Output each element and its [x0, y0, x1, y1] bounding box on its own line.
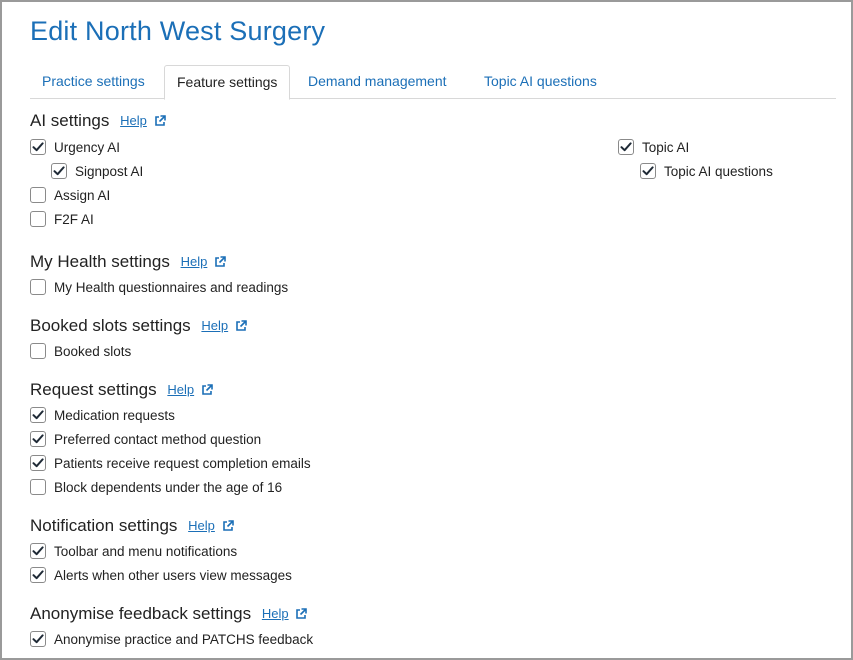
booked-slots-settings-heading: Booked slots settings Help [30, 316, 247, 336]
checkmark-icon [32, 410, 44, 420]
checkbox-row: My Health questionnaires and readings [30, 278, 288, 296]
help-link[interactable]: Help [201, 318, 228, 333]
checkbox-label: Topic AI [642, 139, 690, 155]
checkbox[interactable] [30, 631, 46, 647]
checkbox-label: Preferred contact method question [54, 431, 262, 447]
checkbox-row: Preferred contact method question [30, 430, 261, 448]
checkbox[interactable] [30, 455, 46, 471]
help-link[interactable]: Help [167, 382, 194, 397]
checkbox[interactable] [30, 343, 46, 359]
external-link-icon [201, 381, 213, 395]
my-health-settings-heading: My Health settings Help [30, 252, 226, 272]
checkbox-row: Topic AI [618, 138, 689, 156]
checkbox-label: My Health questionnaires and readings [54, 279, 289, 295]
external-link-icon [222, 517, 234, 531]
request-settings-heading: Request settings Help [30, 380, 213, 400]
checkbox[interactable] [618, 139, 634, 155]
checkmark-icon [620, 142, 632, 152]
external-link-icon [295, 605, 308, 619]
checkbox[interactable] [30, 407, 46, 423]
checkbox-row: Medication requests [30, 406, 175, 424]
external-link-icon [214, 253, 226, 267]
help-link[interactable]: Help [188, 518, 215, 533]
help-link[interactable]: Help [120, 113, 147, 128]
checkbox-row: Signpost AI [51, 162, 143, 180]
checkbox-row: Patients receive request completion emai… [30, 454, 311, 472]
checkbox-label: Topic AI questions [664, 163, 773, 179]
external-link-icon [235, 317, 247, 331]
checkbox-row: Booked slots [30, 342, 131, 360]
checkbox[interactable] [30, 211, 46, 227]
checkbox-label: F2F AI [54, 211, 94, 227]
settings-tabs: Practice settings Feature settings Deman… [30, 65, 836, 100]
checkbox[interactable] [30, 279, 46, 295]
checkmark-icon [32, 142, 44, 152]
checkbox-label: Assign AI [54, 187, 111, 203]
checkbox[interactable] [640, 163, 656, 179]
checkbox[interactable] [30, 479, 46, 495]
anonymise-feedback-settings-heading: Anonymise feedback settings Help [30, 604, 308, 624]
ai-settings-heading: AI settings Help [30, 111, 166, 131]
checkbox-row: Assign AI [30, 186, 110, 204]
checkmark-icon [32, 458, 44, 468]
checkbox-label: Block dependents under the age of 16 [54, 479, 283, 495]
section-title: Booked slots settings [30, 316, 191, 335]
checkbox[interactable] [30, 543, 46, 559]
tab-demand-management[interactable]: Demand management [296, 65, 459, 99]
tab-practice-settings[interactable]: Practice settings [30, 65, 157, 99]
checkbox-label: Toolbar and menu notifications [54, 543, 238, 559]
section-title: AI settings [30, 111, 110, 130]
checkbox[interactable] [30, 139, 46, 155]
checkbox-label: Anonymise practice and PATCHS feedback [54, 631, 314, 647]
checkbox-label: Alerts when other users view messages [54, 567, 292, 583]
checkbox[interactable] [51, 163, 67, 179]
checkbox[interactable] [30, 187, 46, 203]
checkbox[interactable] [30, 567, 46, 583]
external-link-icon [154, 112, 166, 126]
section-title: Anonymise feedback settings [30, 604, 252, 623]
checkbox-label: Booked slots [54, 343, 132, 359]
checkmark-icon [642, 166, 654, 176]
checkmark-icon [32, 634, 44, 644]
checkmark-icon [32, 434, 44, 444]
checkbox-row: Urgency AI [30, 138, 120, 156]
checkbox-row: Toolbar and menu notifications [30, 542, 237, 560]
checkbox-label: Medication requests [54, 407, 175, 423]
notification-settings-heading: Notification settings Help [30, 516, 234, 536]
checkmark-icon [32, 570, 44, 580]
page-title: Edit North West Surgery [30, 16, 326, 46]
help-link[interactable]: Help [181, 254, 208, 269]
section-title: My Health settings [30, 252, 170, 271]
tab-topic-ai-questions[interactable]: Topic AI questions [472, 65, 609, 99]
checkbox-label: Signpost AI [75, 163, 144, 179]
section-title: Notification settings [30, 516, 178, 535]
checkmark-icon [32, 546, 44, 556]
checkbox-label: Urgency AI [54, 139, 121, 155]
app-window: Edit North West Surgery Practice setting… [0, 0, 853, 660]
help-link[interactable]: Help [262, 606, 289, 621]
checkbox[interactable] [30, 431, 46, 447]
checkbox-row: F2F AI [30, 210, 94, 228]
checkbox-row: Anonymise practice and PATCHS feedback [30, 630, 313, 648]
section-title: Request settings [30, 380, 157, 399]
checkbox-row: Block dependents under the age of 16 [30, 478, 282, 496]
checkbox-label: Patients receive request completion emai… [54, 455, 311, 471]
tab-feature-settings[interactable]: Feature settings [164, 65, 291, 100]
checkbox-row: Alerts when other users view messages [30, 566, 292, 584]
checkmark-icon [53, 166, 65, 176]
checkbox-row: Topic AI questions [640, 162, 773, 180]
